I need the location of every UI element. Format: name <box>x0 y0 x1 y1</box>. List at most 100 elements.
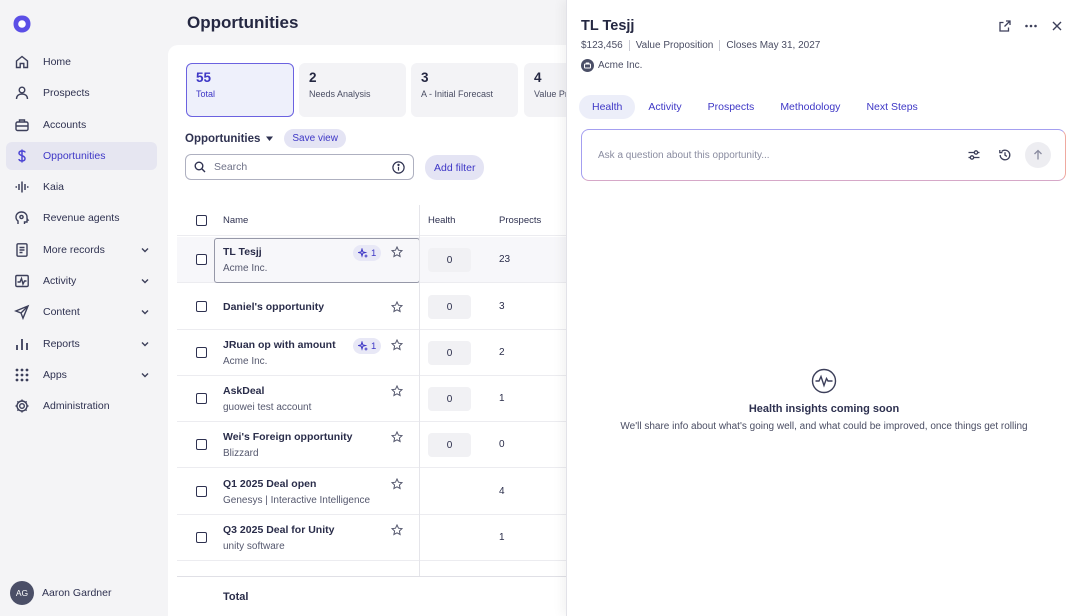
sidebar-item-reports[interactable]: Reports <box>6 330 157 358</box>
opportunity-name[interactable]: Wei's Foreign opportunity <box>223 431 352 443</box>
prospects-count: 2 <box>499 347 505 358</box>
sidebar-item-prospects[interactable]: Prospects <box>6 79 157 107</box>
row-checkbox[interactable] <box>196 254 207 265</box>
app-logo-icon[interactable] <box>12 14 32 34</box>
add-filter-button[interactable]: Add filter <box>425 155 485 180</box>
sidebar-item-activity[interactable]: Activity <box>6 267 157 295</box>
prospects-count: 23 <box>499 254 511 265</box>
sidebar-item-label: Administration <box>43 400 110 413</box>
sidebar-item-home[interactable]: Home <box>6 48 157 76</box>
stat-card-total[interactable]: 55 Total <box>186 63 294 117</box>
table-row[interactable]: JRuan op with amount Acme Inc. 1 0 2 <box>177 330 566 376</box>
open-external-icon[interactable] <box>998 19 1012 33</box>
selected-cell-outline <box>214 238 420 283</box>
column-header-health[interactable]: Health <box>428 215 455 226</box>
opportunity-account[interactable]: Acme Inc. <box>581 59 642 72</box>
sidebar-item-administration[interactable]: Administration <box>6 392 157 420</box>
person-icon <box>14 85 30 101</box>
opportunity-name[interactable]: Q1 2025 Deal open <box>223 478 316 490</box>
ask-question-input[interactable]: Ask a question about this opportunity... <box>581 129 1066 181</box>
divider <box>628 40 630 51</box>
more-options-icon[interactable] <box>1024 19 1038 33</box>
star-icon[interactable] <box>391 301 403 313</box>
star-icon[interactable] <box>391 431 403 443</box>
sliders-icon[interactable] <box>967 148 981 162</box>
chevron-down-icon[interactable] <box>140 370 150 380</box>
chevron-down-icon[interactable] <box>140 307 150 317</box>
row-checkbox[interactable] <box>196 347 207 358</box>
opportunity-name[interactable]: JRuan op with amount <box>223 339 336 351</box>
chevron-down-icon[interactable] <box>140 276 150 286</box>
star-icon[interactable] <box>391 385 403 397</box>
sidebar-item-label: Kaia <box>43 181 65 194</box>
table-row[interactable]: TL Tesjj Acme Inc. 1 0 23 <box>177 237 566 283</box>
opportunity-detail-drawer: TL Tesjj $123,456 Value Proposition Clos… <box>566 0 1080 616</box>
tab-methodology[interactable]: Methodology <box>767 95 853 119</box>
caret-down-icon[interactable] <box>265 134 274 143</box>
stat-card-needs-analysis[interactable]: 2 Needs Analysis <box>299 63 406 117</box>
close-icon[interactable] <box>1050 19 1064 33</box>
sparkle-icon <box>358 341 368 351</box>
table-row[interactable]: Q3 2025 Deal for Unity unity software 1 <box>177 515 566 561</box>
row-checkbox[interactable] <box>196 486 207 497</box>
drawer-tabs: Health Activity Prospects Methodology Ne… <box>579 95 931 119</box>
sidebar-item-revenue-agents[interactable]: Revenue agents <box>6 204 157 232</box>
column-header-prospects[interactable]: Prospects <box>499 215 541 226</box>
empty-state-title: Health insights coming soon <box>748 403 900 415</box>
view-selector[interactable]: Opportunities <box>185 133 260 145</box>
stat-card-value-proposition[interactable]: 4 Value Pr <box>524 63 566 117</box>
ai-insight-badge[interactable]: 1 <box>353 338 382 354</box>
table-row[interactable]: Daniel's opportunity 0 3 <box>177 284 566 330</box>
tab-prospects[interactable]: Prospects <box>695 95 768 119</box>
sidebar-item-apps[interactable]: Apps <box>6 361 157 389</box>
row-checkbox[interactable] <box>196 439 207 450</box>
column-header-name[interactable]: Name <box>223 215 248 226</box>
row-checkbox[interactable] <box>196 301 207 312</box>
tab-activity[interactable]: Activity <box>635 95 694 119</box>
row-checkbox[interactable] <box>196 532 207 543</box>
drawer-title: TL Tesjj <box>581 18 635 34</box>
activity-icon <box>14 273 30 289</box>
table-row[interactable]: Wei's Foreign opportunity Blizzard 0 0 <box>177 422 566 468</box>
sidebar-item-kaia[interactable]: Kaia <box>6 173 157 201</box>
stat-label: Value Pr <box>534 89 566 99</box>
sidebar-item-accounts[interactable]: Accounts <box>6 111 157 139</box>
stat-card-initial-forecast[interactable]: 3 A - Initial Forecast <box>411 63 518 117</box>
arrow-up-icon <box>1034 149 1042 160</box>
building-icon <box>581 59 594 72</box>
health-pulse-icon <box>811 368 837 394</box>
search-input[interactable]: Search <box>185 154 414 180</box>
opportunity-name[interactable]: Q3 2025 Deal for Unity <box>223 524 334 536</box>
stat-label: A - Initial Forecast <box>421 89 494 99</box>
star-icon[interactable] <box>391 524 403 536</box>
star-icon[interactable] <box>391 246 403 258</box>
opportunity-name[interactable]: TL Tesjj <box>223 246 262 258</box>
sidebar-item-more-records[interactable]: More records <box>6 236 157 264</box>
opportunity-name[interactable]: AskDeal <box>223 385 264 397</box>
sidebar-item-content[interactable]: Content <box>6 298 157 326</box>
save-view-button[interactable]: Save view <box>284 129 346 148</box>
opportunity-name[interactable]: Daniel's opportunity <box>223 301 324 313</box>
row-checkbox[interactable] <box>196 393 207 404</box>
chevron-down-icon[interactable] <box>140 339 150 349</box>
star-icon[interactable] <box>391 478 403 490</box>
chevron-down-icon[interactable] <box>140 245 150 255</box>
sidebar-item-opportunities[interactable]: Opportunities <box>6 141 157 170</box>
table-header: Name Health Prospects <box>177 205 566 236</box>
select-all-checkbox[interactable] <box>196 215 207 226</box>
table-row[interactable]: AskDeal guowei test account 0 1 <box>177 376 566 422</box>
send-button[interactable] <box>1025 142 1051 168</box>
grid-icon <box>14 367 30 383</box>
ai-insight-badge[interactable]: 1 <box>353 245 382 261</box>
history-icon[interactable] <box>998 148 1012 162</box>
user-profile[interactable]: AG Aaron Gardner <box>10 581 111 605</box>
info-icon[interactable] <box>392 160 405 174</box>
tab-next-steps[interactable]: Next Steps <box>853 95 930 119</box>
drawer-toolbar <box>998 19 1064 33</box>
stat-count: 2 <box>309 70 317 85</box>
table-row[interactable]: Q1 2025 Deal open Genesys | Interactive … <box>177 469 566 515</box>
tab-health[interactable]: Health <box>579 95 636 119</box>
star-icon[interactable] <box>391 339 403 351</box>
account-link[interactable]: Acme Inc. <box>598 60 642 71</box>
column-divider[interactable] <box>419 205 420 616</box>
